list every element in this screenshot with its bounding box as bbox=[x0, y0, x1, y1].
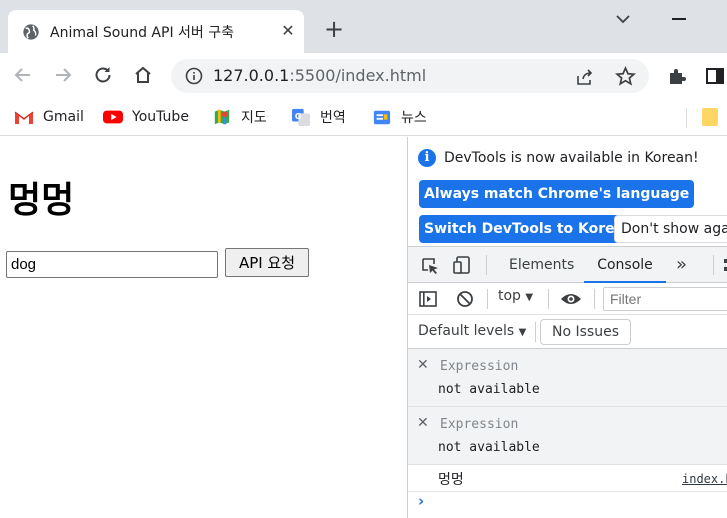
tab-divider bbox=[713, 255, 714, 275]
switch-to-korean-button[interactable]: Switch DevTools to Korean bbox=[419, 215, 640, 243]
svg-text:G: G bbox=[295, 111, 302, 121]
console-filter-input[interactable] bbox=[603, 287, 727, 311]
translate-icon: G bbox=[292, 108, 310, 126]
tab-console[interactable]: Console bbox=[584, 247, 666, 283]
console-toolbar-levels: Default levels ▼ No Issues bbox=[408, 315, 727, 349]
expression-name[interactable]: Expression bbox=[440, 359, 518, 374]
expression-value: not available bbox=[438, 440, 540, 455]
side-panel-icon[interactable] bbox=[705, 66, 725, 86]
levels-label: Default levels bbox=[418, 323, 515, 339]
dropdown-arrow-icon: ▼ bbox=[525, 292, 534, 303]
bookmark-maps[interactable]: 지도 bbox=[212, 106, 267, 128]
context-selector[interactable]: top ▼ bbox=[498, 288, 533, 304]
animal-input[interactable] bbox=[6, 251, 218, 278]
log-source-link[interactable]: index.html bbox=[682, 472, 727, 486]
bookmark-youtube[interactable]: YouTube bbox=[103, 106, 189, 128]
always-match-language-button[interactable]: Always match Chrome's language bbox=[419, 180, 695, 208]
toolbar-divider bbox=[548, 289, 549, 309]
bookmark-label: YouTube bbox=[132, 109, 189, 125]
infobar-message: DevTools is now available in Korean! bbox=[444, 150, 699, 166]
forward-arrow-icon[interactable] bbox=[51, 63, 75, 87]
eye-icon[interactable] bbox=[560, 290, 582, 308]
site-info-icon[interactable] bbox=[185, 67, 203, 85]
bookmarks-bar: Gmail YouTube 지도 G 번역 뉴스 bbox=[0, 98, 727, 136]
address-bar[interactable]: 127.0.0.1:5500/index.html bbox=[171, 59, 649, 93]
tab-title: Animal Sound API 서버 구축 bbox=[50, 25, 235, 41]
gmail-icon bbox=[14, 111, 34, 124]
sidebar-toggle-icon[interactable] bbox=[418, 289, 438, 309]
toolbar-divider bbox=[594, 289, 595, 309]
live-expression: ✕ Expression not available bbox=[408, 349, 727, 407]
tab-strip: Animal Sound API 서버 구축 ✕ + bbox=[0, 0, 727, 53]
bookmark-gmail[interactable]: Gmail bbox=[14, 106, 84, 128]
url-path: :5500/index.html bbox=[289, 66, 427, 85]
url-host: 127.0.0.1 bbox=[213, 66, 290, 85]
page-heading: 멍멍 bbox=[8, 180, 75, 221]
minimize-button[interactable] bbox=[672, 18, 686, 20]
back-arrow-icon[interactable] bbox=[11, 63, 35, 87]
close-tab-icon[interactable]: ✕ bbox=[278, 19, 298, 43]
news-icon bbox=[373, 110, 391, 125]
maps-icon bbox=[214, 109, 230, 125]
log-message: 멍멍 bbox=[438, 472, 464, 488]
devtools-panel: i DevTools is now available in Korean! A… bbox=[407, 137, 727, 518]
bookmark-label: Gmail bbox=[43, 109, 84, 125]
console-prompt[interactable]: › bbox=[418, 492, 424, 510]
url-text: 127.0.0.1:5500/index.html bbox=[213, 66, 426, 85]
issues-button[interactable]: No Issues bbox=[540, 319, 631, 345]
remove-expression-icon[interactable]: ✕ bbox=[417, 415, 429, 431]
browser-toolbar: 127.0.0.1:5500/index.html bbox=[0, 53, 727, 98]
globe-icon bbox=[23, 24, 39, 40]
expression-name[interactable]: Expression bbox=[440, 417, 518, 432]
youtube-icon bbox=[103, 110, 123, 124]
bookmark-news[interactable]: 뉴스 bbox=[372, 106, 427, 128]
inspect-element-icon[interactable] bbox=[420, 256, 440, 276]
bookmark-label: 지도 bbox=[241, 110, 267, 126]
console-log-row: 멍멍 index.html bbox=[408, 466, 727, 492]
bookmark-translate[interactable]: G 번역 bbox=[291, 106, 346, 128]
chevron-down-icon[interactable] bbox=[612, 8, 634, 30]
expression-value: not available bbox=[438, 382, 540, 397]
devtools-tab-bar: Elements Console » bbox=[408, 247, 727, 283]
bookmark-label: 뉴스 bbox=[401, 110, 427, 126]
context-label: top bbox=[498, 288, 521, 304]
share-icon[interactable] bbox=[575, 67, 595, 87]
dropdown-arrow-icon: ▼ bbox=[518, 327, 527, 338]
browser-tab[interactable]: Animal Sound API 서버 구축 ✕ bbox=[8, 10, 304, 53]
log-levels-dropdown[interactable]: Default levels ▼ bbox=[418, 323, 526, 339]
devtools-language-infobar: i DevTools is now available in Korean! A… bbox=[408, 137, 727, 247]
toolbar-divider bbox=[535, 322, 536, 342]
clear-console-icon[interactable] bbox=[455, 289, 475, 309]
tab-elements[interactable]: Elements bbox=[509, 247, 574, 283]
toolbar-divider bbox=[487, 289, 488, 309]
bookmark-label: 번역 bbox=[320, 110, 346, 126]
extensions-puzzle-icon[interactable] bbox=[667, 66, 687, 86]
new-tab-button[interactable]: + bbox=[322, 17, 346, 42]
folder-icon[interactable] bbox=[702, 108, 718, 126]
bookmark-star-icon[interactable] bbox=[615, 66, 636, 87]
bookmarks-divider bbox=[686, 108, 687, 128]
live-expression: ✕ Expression not available bbox=[408, 407, 727, 465]
dont-show-again-button[interactable]: Don't show again bbox=[614, 215, 727, 243]
remove-expression-icon[interactable]: ✕ bbox=[417, 357, 429, 373]
info-icon: i bbox=[418, 149, 436, 167]
home-icon[interactable] bbox=[131, 63, 155, 87]
web-page: 멍멍 API 요청 bbox=[0, 137, 407, 518]
more-tabs-icon[interactable]: » bbox=[676, 247, 687, 283]
tab-divider bbox=[486, 255, 487, 275]
device-toolbar-icon[interactable] bbox=[452, 255, 472, 275]
api-request-button[interactable]: API 요청 bbox=[225, 248, 309, 277]
reload-icon[interactable] bbox=[91, 63, 115, 87]
console-toolbar: top ▼ bbox=[408, 283, 727, 315]
